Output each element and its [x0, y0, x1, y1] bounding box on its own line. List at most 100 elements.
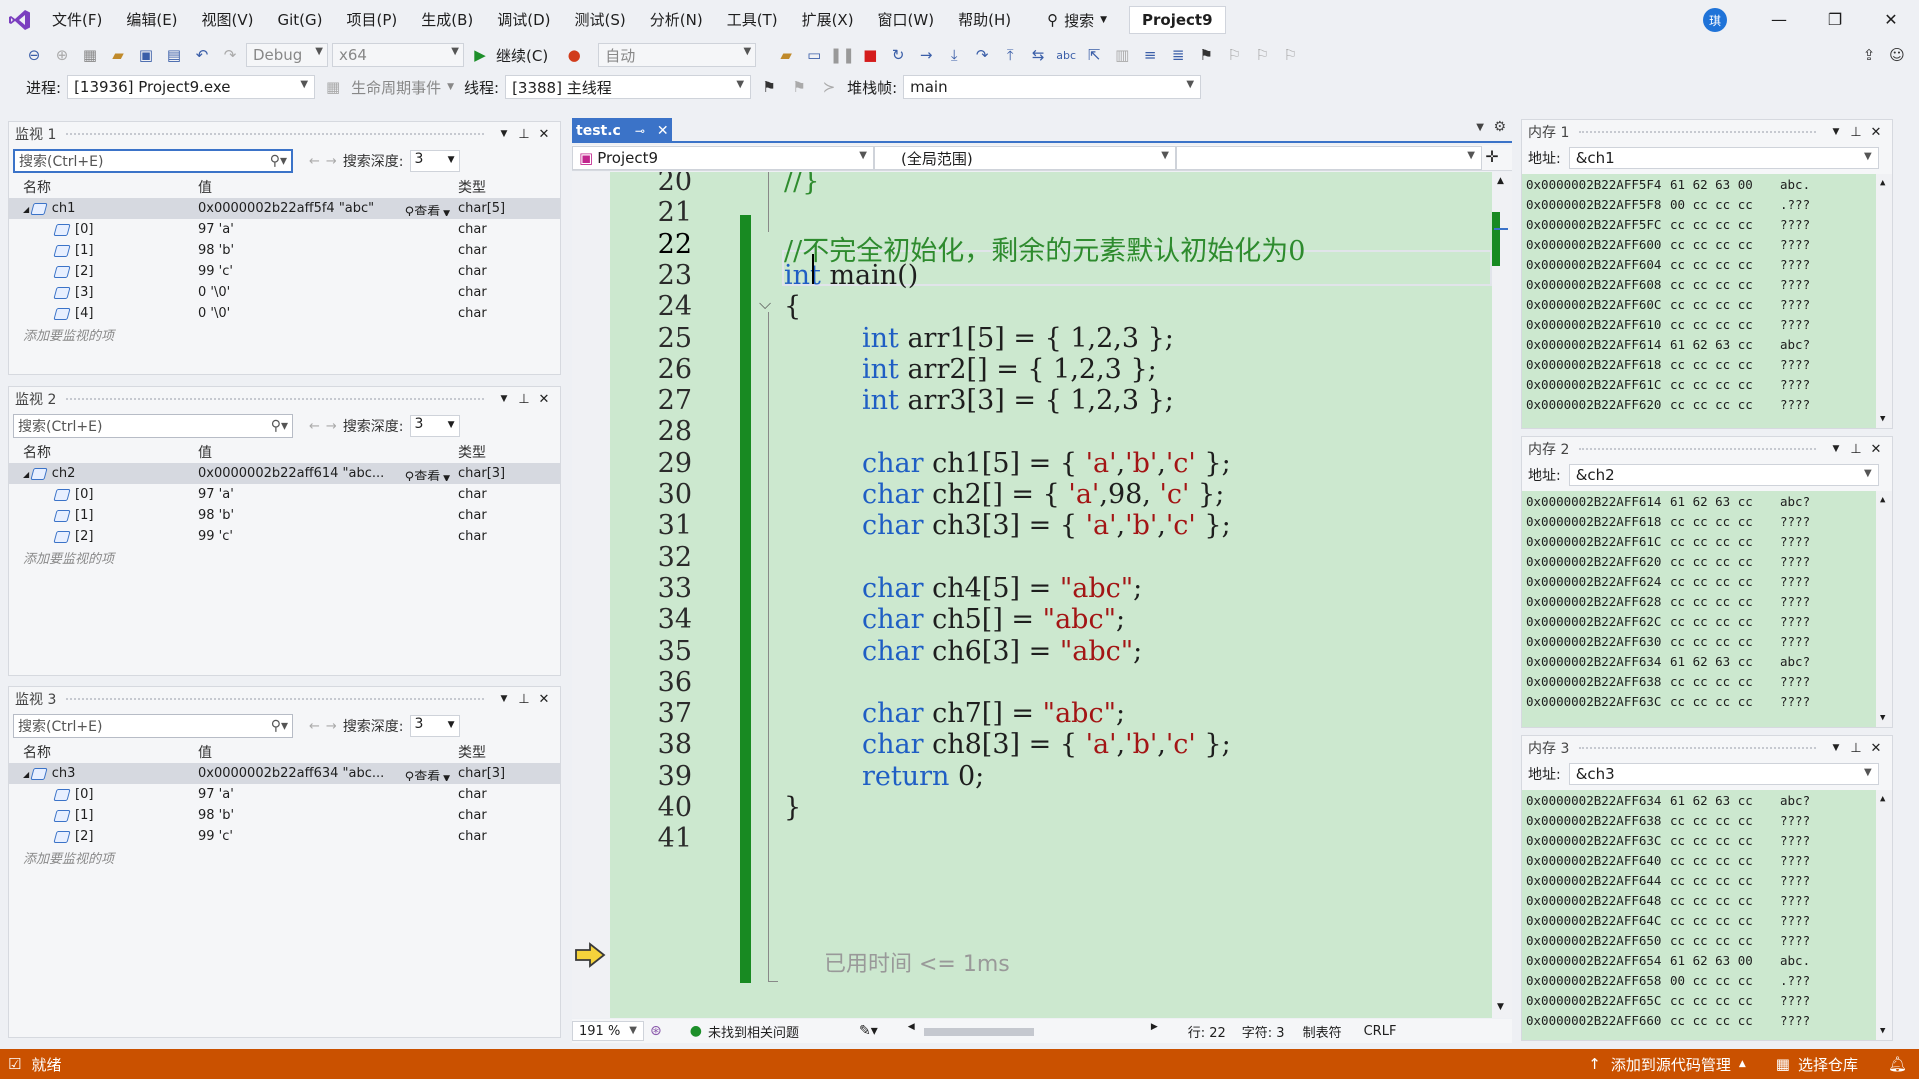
scroll-down-icon[interactable]: ▼ — [1880, 713, 1885, 723]
tab-test-c[interactable]: test.c ⊸ ✕ — [572, 118, 672, 143]
stack-icon[interactable]: ≻ — [817, 75, 841, 99]
eol-indicator[interactable]: CRLF — [1364, 1024, 1397, 1039]
quick-actions-icon[interactable]: ✎▾ — [859, 1023, 878, 1039]
drag-grip[interactable] — [66, 133, 484, 135]
dropdown-icon[interactable]: ▼ — [1826, 444, 1846, 454]
dropdown-icon[interactable]: ▼ — [494, 394, 514, 404]
watch-search-input[interactable]: 搜索(Ctrl+E) ⚲▾ — [13, 714, 293, 738]
horizontal-scrollbar[interactable]: ◀ ▶ — [908, 1022, 1158, 1038]
step-out-icon[interactable]: ⤒ — [998, 43, 1022, 67]
select-repo-button[interactable]: 选择仓库 — [1798, 1054, 1858, 1075]
bookmark-clear-icon[interactable]: ⚐ — [1278, 43, 1302, 67]
zoom-dropdown[interactable]: 191 % ▼ — [572, 1021, 644, 1041]
view-button[interactable]: ⚲查看 ▼ — [400, 466, 450, 481]
drag-grip[interactable] — [66, 698, 484, 700]
scroll-up-icon[interactable]: ▲ — [1497, 176, 1504, 186]
menu-item-0[interactable]: 文件(F) — [40, 0, 114, 40]
search-icon[interactable]: ⚲▾ — [271, 418, 288, 434]
tab-mode-indicator[interactable]: 制表符 — [1303, 1022, 1342, 1041]
watch-row[interactable]: ◢ ch2 0x0000002b22aff614 "abc... ⚲查看 ▼ char… — [9, 463, 560, 484]
menu-item-2[interactable]: 视图(V) — [190, 0, 266, 40]
forward-icon[interactable]: → — [326, 419, 337, 434]
config-dropdown[interactable]: Debug ▼ — [246, 43, 328, 67]
indent-icon[interactable]: ≡ — [1138, 43, 1162, 67]
scroll-up-icon[interactable]: ▲ — [1880, 495, 1885, 505]
close-icon[interactable]: ✕ — [534, 392, 554, 407]
watch-child-row[interactable]: [2] 99 'c' char — [9, 526, 560, 547]
stop-icon[interactable]: ■ — [858, 43, 882, 67]
pin-icon[interactable]: ⊥ — [514, 127, 534, 142]
close-icon[interactable]: ✕ — [534, 127, 554, 142]
restore-icon[interactable]: ❐ — [1807, 0, 1863, 40]
pin-icon[interactable]: ⊥ — [514, 692, 534, 707]
step-over-icon[interactable]: ↷ — [970, 43, 994, 67]
column-header-value[interactable]: 值 — [194, 742, 454, 762]
auto-dropdown[interactable]: 自动 ▼ — [598, 43, 757, 67]
flag-icon[interactable]: ⚑ — [757, 75, 781, 99]
menu-item-3[interactable]: Git(G) — [266, 0, 335, 40]
back-icon[interactable]: ⊖ — [22, 43, 46, 67]
save-all-icon[interactable]: ▤ — [162, 43, 186, 67]
watch-child-row[interactable]: [0] 97 'a' char — [9, 219, 560, 240]
drag-grip[interactable] — [1579, 448, 1816, 450]
new-item-icon[interactable]: ▦ — [78, 43, 102, 67]
menu-item-1[interactable]: 编辑(E) — [114, 0, 189, 40]
add-watch-item[interactable]: 添加要监视的项 — [9, 547, 560, 568]
close-icon[interactable]: ✕ — [1866, 442, 1886, 457]
memory-scrollbar[interactable]: ▲ ▼ — [1876, 491, 1892, 727]
minimize-icon[interactable]: — — [1751, 0, 1807, 40]
pin-icon[interactable]: ⊥ — [1846, 125, 1866, 140]
lifecycle-events[interactable]: 生命周期事件 — [351, 77, 441, 98]
watch-child-row[interactable]: [1] 98 'b' char — [9, 805, 560, 826]
brush-icon[interactable]: ⊛ — [650, 1023, 662, 1039]
menu-item-10[interactable]: 扩展(X) — [790, 0, 866, 40]
scroll-thumb[interactable] — [1494, 228, 1508, 238]
show-next-statement-icon[interactable]: → — [914, 43, 938, 67]
global-search[interactable]: ⚲ 搜索 ▼ — [1037, 10, 1117, 31]
menu-item-12[interactable]: 帮助(H) — [946, 0, 1023, 40]
close-icon[interactable]: ✕ — [534, 692, 554, 707]
add-watch-item[interactable]: 添加要监视的项 — [9, 847, 560, 868]
search-depth-dropdown[interactable]: 3 ▼ — [409, 715, 460, 737]
scroll-up-icon[interactable]: ▲ — [1880, 178, 1885, 188]
view-button[interactable]: ⚲查看 ▼ — [400, 201, 450, 216]
dropdown-icon[interactable]: ▼ — [1826, 743, 1846, 753]
settings-gear-icon[interactable]: ⚙ — [1493, 119, 1506, 135]
hex-icon[interactable]: ⇆ — [1026, 43, 1050, 67]
folder-icon[interactable]: ▰ — [774, 43, 798, 67]
scroll-right-icon[interactable]: ▶ — [1151, 1022, 1158, 1032]
memory-grid[interactable]: 0x0000002B22AFF634 61 62 63 cc abc? 0x00000… — [1522, 790, 1892, 1040]
platform-dropdown[interactable]: x64 ▼ — [332, 43, 464, 67]
pause-icon[interactable]: ❚❚ — [830, 43, 855, 67]
layout-icon[interactable]: ▭ — [802, 43, 826, 67]
address-input[interactable]: &ch2 ▼ — [1568, 464, 1879, 486]
drag-grip[interactable] — [1579, 747, 1816, 749]
drag-grip[interactable] — [1579, 131, 1816, 133]
lifecycle-icon[interactable]: ▦ — [321, 75, 345, 99]
play-icon[interactable]: ▶ — [468, 43, 492, 67]
menu-item-8[interactable]: 分析(N) — [638, 0, 715, 40]
watch-child-row[interactable]: [1] 98 'b' char — [9, 505, 560, 526]
save-icon[interactable]: ▣ — [134, 43, 158, 67]
search-icon[interactable]: ⚲▾ — [271, 718, 288, 734]
undo-icon[interactable]: ↶ — [190, 43, 214, 67]
watch-child-row[interactable]: [3] 0 '\0' char — [9, 282, 560, 303]
hot-reload-icon[interactable]: ● — [562, 43, 586, 67]
stack-frame-dropdown[interactable]: main ▼ — [903, 75, 1202, 99]
bookmark-prev-icon[interactable]: ⚐ — [1222, 43, 1246, 67]
step-into-icon[interactable]: ⤓ — [942, 43, 966, 67]
forward-icon[interactable]: → — [326, 154, 337, 169]
code-editor[interactable]: ⌵ 20//} 21 22//不完全初始化，剩余的元素默认初始化为0 23 int ma… — [572, 172, 1492, 1018]
back-icon[interactable]: ← — [309, 154, 320, 169]
memory-grid[interactable]: 0x0000002B22AFF5F4 61 62 63 00 abc. 0x00000… — [1522, 174, 1892, 428]
memory-scrollbar[interactable]: ▲ ▼ — [1876, 790, 1892, 1040]
continue-button[interactable]: 继续(C) — [496, 45, 548, 66]
open-folder-icon[interactable]: ▰ — [106, 43, 130, 67]
watch-row[interactable]: ◢ ch1 0x0000002b22aff5f4 "abc" ⚲查看 ▼ char[5… — [9, 198, 560, 219]
forward-icon[interactable]: → — [326, 719, 337, 734]
forward-icon[interactable]: ⊕ — [50, 43, 74, 67]
menu-item-11[interactable]: 窗口(W) — [866, 0, 947, 40]
close-tab-icon[interactable]: ✕ — [657, 123, 669, 139]
watch-child-row[interactable]: [0] 97 'a' char — [9, 484, 560, 505]
columns-icon[interactable]: ▥ — [1110, 43, 1134, 67]
